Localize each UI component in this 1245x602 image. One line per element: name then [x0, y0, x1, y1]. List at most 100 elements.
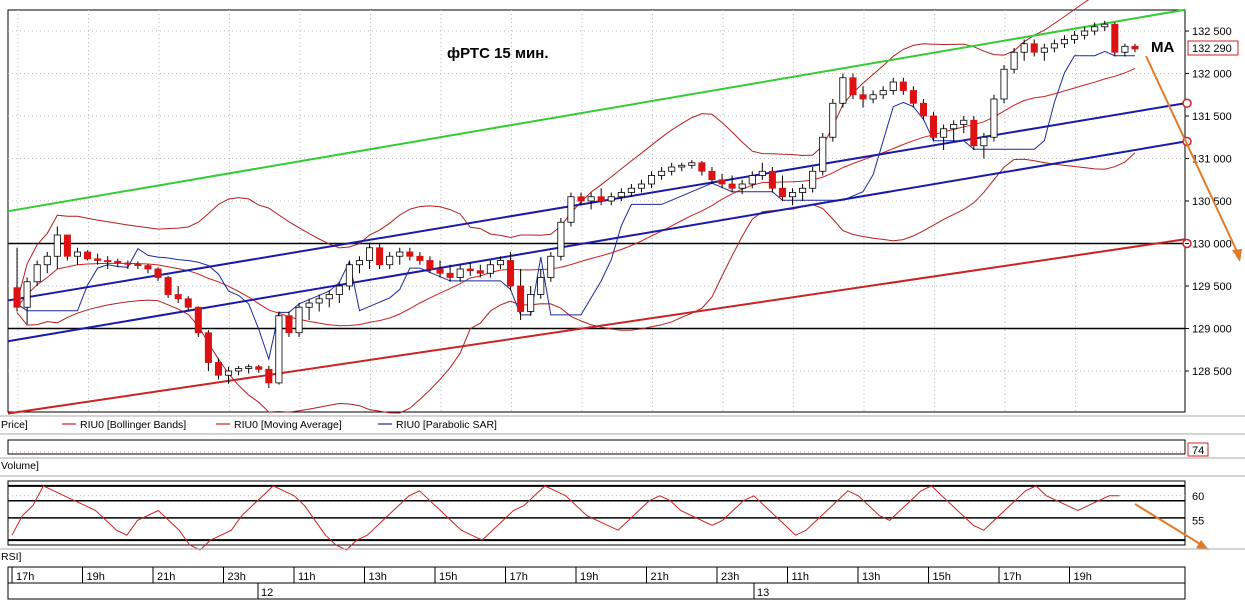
trend-anchor-marker-0 — [1182, 98, 1192, 108]
candle-body-86 — [879, 90, 887, 96]
candle-body-63 — [648, 175, 656, 185]
time-label-7: 17h — [510, 571, 528, 583]
candle-body-73 — [748, 175, 756, 185]
time-label-3: 23h — [228, 571, 246, 583]
day-label-1: 13 — [757, 587, 769, 599]
candle-body-28 — [295, 306, 303, 334]
candle-body-15 — [164, 277, 172, 295]
candle-body-32 — [335, 285, 343, 295]
candle-body-65 — [668, 166, 676, 172]
candle-body-88 — [899, 81, 907, 91]
candle-body-57 — [587, 196, 595, 202]
candle-body-103 — [1050, 43, 1058, 49]
rsi-tick-label-0: 60 — [1192, 491, 1204, 503]
candle-body-102 — [1040, 47, 1048, 53]
candle-body-3 — [43, 255, 51, 266]
candle-body-58 — [597, 196, 605, 202]
candle-body-0 — [13, 287, 21, 308]
candle-body-44 — [456, 268, 464, 278]
candle-body-80 — [819, 136, 827, 172]
candle-body-106 — [1081, 30, 1089, 36]
candle-body-23 — [245, 366, 253, 369]
price-tick-label-6: 129 500 — [1192, 281, 1232, 293]
candle-body-98 — [1000, 68, 1008, 100]
candle-body-41 — [426, 260, 434, 270]
candle-body-95 — [970, 119, 978, 147]
candle-body-75 — [768, 170, 776, 189]
candle-109 — [1111, 22, 1119, 57]
candle-98 — [1000, 65, 1008, 104]
candle-55 — [567, 192, 575, 227]
candle-body-97 — [990, 98, 998, 138]
candle-body-64 — [658, 170, 666, 176]
volume-panel: 74 Volume] — [0, 433, 1245, 472]
candle-body-51 — [527, 294, 535, 312]
candle-body-7 — [84, 251, 92, 260]
candle-body-108 — [1101, 23, 1109, 28]
time-label-5: 13h — [369, 571, 387, 583]
svg-text:132 290: 132 290 — [1192, 43, 1232, 55]
time-label-11: 11h — [792, 571, 810, 583]
candle-body-47 — [486, 264, 494, 274]
time-label-2: 21h — [157, 571, 175, 583]
candle-body-43 — [446, 272, 454, 278]
price-tick-label-0: 132 500 — [1192, 26, 1232, 38]
candle-body-53 — [547, 255, 555, 278]
candle-body-105 — [1071, 34, 1079, 40]
candle-body-19 — [204, 332, 212, 363]
time-label-12: 13h — [862, 571, 880, 583]
candle-body-81 — [829, 102, 837, 138]
candle-body-35 — [366, 247, 374, 261]
legend-item-ma: RIU0 [Moving Average] — [234, 419, 342, 431]
candle-body-94 — [960, 119, 968, 125]
candle-body-104 — [1060, 39, 1068, 45]
candle-body-79 — [809, 170, 817, 189]
candle-body-72 — [738, 183, 746, 189]
candle-body-110 — [1121, 45, 1129, 53]
candle-body-17 — [184, 298, 192, 308]
candle-body-62 — [637, 183, 645, 189]
candle-body-36 — [376, 247, 384, 266]
candle-body-20 — [214, 362, 222, 376]
candle-body-85 — [869, 94, 877, 100]
candle-body-8 — [94, 258, 102, 261]
time-axis: 17h 19h 21h 23h 11h 13h 15h 17h 19h 21h 23h 11h 13h 1… — [7, 566, 1186, 600]
candle-body-31 — [325, 294, 333, 300]
legend-item-bollinger: RIU0 [Bollinger Bands] — [80, 419, 186, 431]
candle-body-87 — [889, 81, 897, 91]
candle-body-69 — [708, 170, 716, 181]
candle-54 — [557, 218, 565, 261]
candle-body-13 — [144, 265, 152, 270]
candle-body-61 — [627, 187, 635, 193]
candle-body-60 — [617, 192, 625, 198]
candle-81 — [829, 99, 837, 142]
time-label-9: 21h — [651, 571, 669, 583]
price-tick-label-1: 132 000 — [1192, 69, 1232, 81]
candle-53 — [547, 252, 555, 282]
candle-body-82 — [839, 77, 847, 104]
candle-body-33 — [345, 264, 353, 287]
time-label-13: 15h — [933, 571, 951, 583]
candle-body-2 — [33, 264, 41, 283]
candle-body-5 — [63, 234, 71, 257]
candle-body-55 — [567, 196, 575, 223]
time-label-6: 15h — [439, 571, 457, 583]
time-label-1: 19h — [87, 571, 105, 583]
candle-body-11 — [124, 262, 132, 265]
candle-body-93 — [950, 124, 958, 130]
candle-28 — [295, 303, 303, 337]
candle-body-10 — [114, 260, 122, 264]
time-label-15: 19h — [1074, 571, 1092, 583]
candle-body-92 — [940, 128, 948, 138]
volume-value: 74 — [1192, 445, 1204, 457]
time-label-0: 17h — [16, 571, 34, 583]
candle-7 — [84, 250, 92, 261]
candle-body-49 — [507, 260, 515, 287]
candle-body-70 — [718, 179, 726, 185]
candle-body-26 — [275, 315, 283, 384]
candle-82 — [839, 73, 847, 108]
candle-15 — [164, 275, 172, 298]
candle-body-29 — [305, 302, 313, 308]
rsi-panel: 60 55 RSI] — [0, 475, 1245, 563]
candle-body-76 — [778, 187, 786, 198]
